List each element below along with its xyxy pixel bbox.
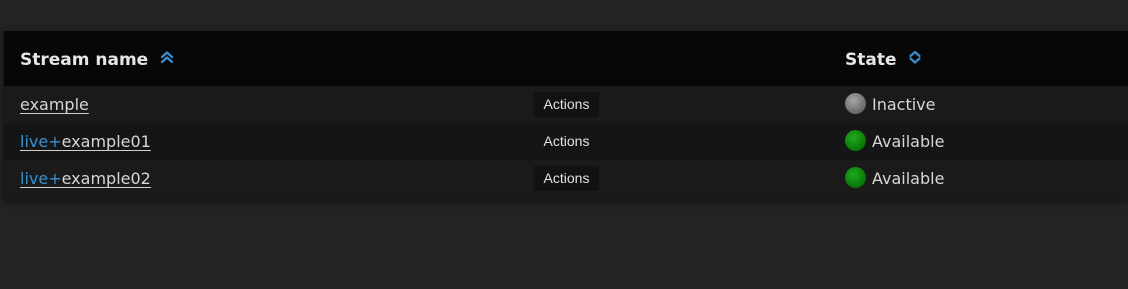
streams-table: Stream name State example Actions Inacti… [4, 31, 1128, 199]
stream-name-link[interactable]: live+example02 [20, 160, 151, 197]
actions-button[interactable]: Actions [534, 166, 599, 191]
state-label: Available [872, 132, 945, 151]
stream-prefix: live+ [20, 132, 62, 151]
streams-page: Stream name State example Actions Inacti… [0, 0, 1128, 289]
actions-button[interactable]: Actions [534, 92, 599, 117]
stream-name: example02 [61, 169, 151, 188]
stream-name: example01 [61, 132, 151, 151]
state-label: Inactive [872, 95, 936, 114]
state-label: Available [872, 169, 945, 188]
status-dot-green-icon [845, 167, 866, 188]
stream-name: example [20, 95, 89, 114]
stream-prefix: live+ [20, 169, 62, 188]
stream-name-link[interactable]: example [20, 86, 89, 123]
chevron-double-up-icon[interactable] [160, 30, 174, 88]
chevron-up-down-icon[interactable] [908, 30, 922, 88]
column-header-state[interactable]: State [845, 31, 922, 86]
table-row: example Actions Inactive [4, 86, 1128, 123]
actions-button[interactable]: Actions [534, 129, 599, 154]
stream-name-link[interactable]: live+example01 [20, 123, 151, 160]
table-row: live+example01 Actions Available [4, 123, 1128, 160]
table-row: live+example02 Actions Available [4, 160, 1128, 197]
column-header-label: Stream name [20, 50, 149, 70]
column-header-label: State [845, 50, 897, 70]
table-header: Stream name State [4, 31, 1128, 86]
status-dot-gray-icon [845, 93, 866, 114]
status-dot-green-icon [845, 130, 866, 151]
column-header-stream-name[interactable]: Stream name [20, 31, 174, 86]
